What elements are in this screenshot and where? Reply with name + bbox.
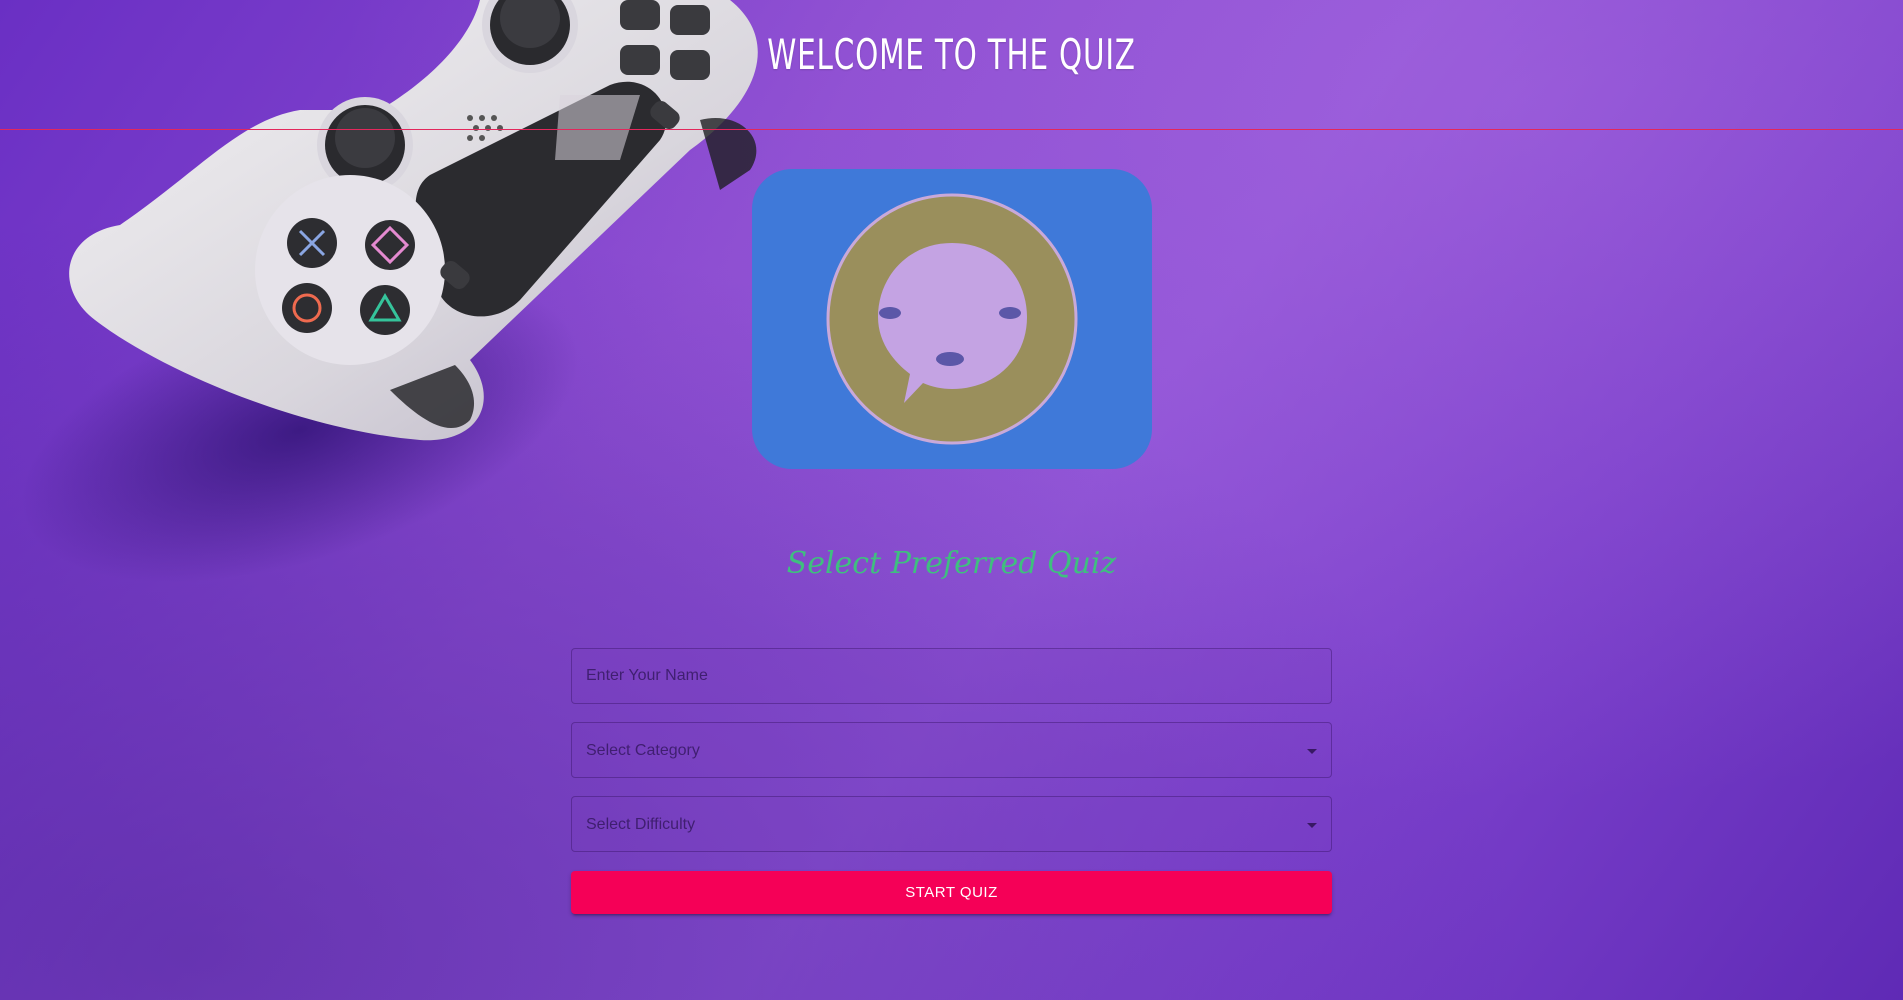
quiz-logo	[752, 169, 1152, 469]
start-quiz-button[interactable]: START QUIZ	[571, 871, 1332, 914]
difficulty-select[interactable]: Select Difficulty	[571, 796, 1332, 852]
difficulty-select-label: Select Difficulty	[586, 816, 696, 833]
quiz-setup-form: Select Category Select Difficulty START …	[571, 648, 1332, 914]
chat-face-icon	[826, 193, 1078, 445]
select-quiz-heading: Select Preferred Quiz	[786, 546, 1117, 581]
page-title: WELCOME TO THE QUIZ	[767, 30, 1136, 79]
name-field	[571, 648, 1332, 704]
chevron-down-icon	[1307, 823, 1317, 828]
category-select-label: Select Category	[586, 742, 700, 759]
header-bar: WELCOME TO THE QUIZ	[0, 0, 1903, 130]
category-select[interactable]: Select Category	[571, 722, 1332, 778]
chevron-down-icon	[1307, 749, 1317, 754]
name-input[interactable]	[572, 649, 1331, 703]
